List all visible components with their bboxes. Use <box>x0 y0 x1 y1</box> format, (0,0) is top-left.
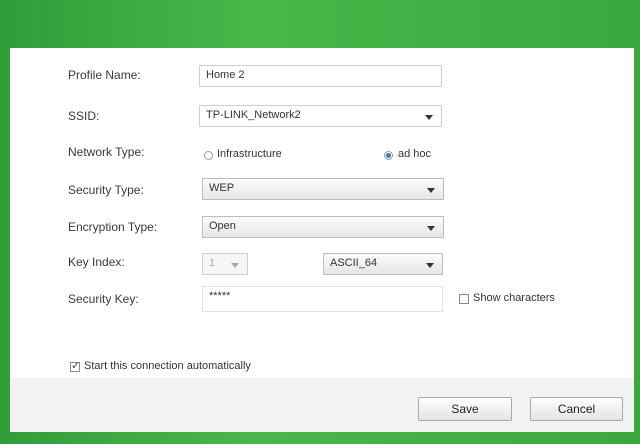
show-characters-checkbox[interactable] <box>459 294 469 304</box>
ssid-value: TP-LINK_Network2 <box>206 109 301 121</box>
profile-name-value: Home 2 <box>206 69 245 81</box>
ad-hoc-radio-label: ad hoc <box>398 148 432 160</box>
security-key-label: Security Key: <box>68 292 139 306</box>
key-index-value: 1 <box>209 257 216 269</box>
infrastructure-radio[interactable] <box>204 151 213 160</box>
ssid-label: SSID: <box>68 109 100 123</box>
profile-dialog: Profile Name: Home 2 SSID: TP-LINK_Netwo… <box>10 48 634 432</box>
network-type-label: Network Type: <box>68 145 145 159</box>
security-key-value: ***** <box>209 290 231 302</box>
cancel-button[interactable]: Cancel <box>530 397 623 421</box>
encryption-type-label: Encryption Type: <box>68 220 158 234</box>
encryption-type-dropdown[interactable]: Open <box>202 216 444 238</box>
security-type-dropdown[interactable]: WEP <box>202 178 444 200</box>
encryption-type-value: Open <box>209 220 236 232</box>
security-type-value: WEP <box>209 182 235 194</box>
auto-connect-checkbox[interactable] <box>70 359 80 372</box>
security-key-input[interactable]: ***** <box>202 286 443 312</box>
profile-name-label: Profile Name: <box>68 68 141 82</box>
dialog-footer: Save Cancel <box>10 378 634 432</box>
security-type-label: Security Type: <box>68 183 144 197</box>
auto-connect-label: Start this connection automatically <box>84 360 251 372</box>
ssid-dropdown[interactable]: TP-LINK_Network2 <box>199 105 442 127</box>
save-button[interactable]: Save <box>418 397 512 421</box>
show-characters-label: Show characters <box>473 292 555 304</box>
profile-name-input[interactable]: Home 2 <box>199 65 442 87</box>
infrastructure-radio-label: Infrastructure <box>217 148 282 160</box>
ad-hoc-radio[interactable] <box>384 151 393 160</box>
window-frame: Profile Name: Home 2 SSID: TP-LINK_Netwo… <box>0 0 640 444</box>
key-format-value: ASCII_64 <box>330 257 378 269</box>
key-index-dropdown[interactable]: 1 <box>202 253 248 275</box>
key-index-label: Key Index: <box>68 255 125 269</box>
key-format-dropdown[interactable]: ASCII_64 <box>323 253 443 275</box>
